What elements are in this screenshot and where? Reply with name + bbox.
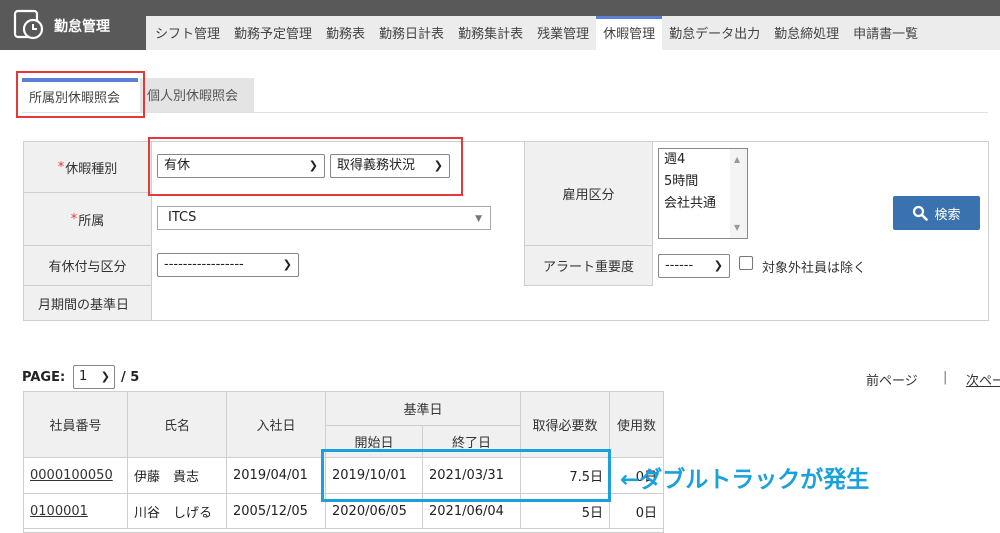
triangle-down-icon: ▼ [475, 214, 482, 224]
tab-personal-leave[interactable]: 個人別休暇照会 [140, 78, 254, 112]
base-date-label: 月期間の基準日 [23, 285, 152, 321]
header-used: 使用数 [609, 391, 664, 458]
menu-leave[interactable]: 休暇管理 [596, 16, 663, 50]
cell-name: 伊藤 貴志 [127, 457, 227, 494]
emp-no-link[interactable]: 0000100050 [30, 468, 113, 483]
table-row: 0100001 [23, 493, 128, 529]
header-base-date: 基準日 [325, 391, 521, 426]
menu-daily-report[interactable]: 勤務日計表 [372, 16, 451, 50]
menu-shift[interactable]: シフト管理 [146, 16, 227, 50]
alert-label: アラート重要度 [524, 245, 653, 286]
page-select[interactable]: 1 ❯ [73, 365, 115, 389]
highlight-box-leave-type [148, 137, 463, 196]
scrollbar[interactable]: ▲ ▼ [730, 149, 747, 238]
cell-join: 2005/12/05 [226, 493, 326, 529]
dept-select[interactable]: ITCS ▼ [157, 206, 491, 230]
employment-listbox[interactable]: 週4 5時間 会社共通 ▲ ▼ [658, 148, 748, 239]
header-name: 氏名 [127, 391, 227, 458]
cell-name: 川谷 しげる [127, 493, 227, 529]
page-label: PAGE: [22, 370, 66, 385]
main-menu: シフト管理 勤務予定管理 勤務表 勤務日計表 勤務集計表 残業管理 休暇管理 勤… [146, 16, 1000, 50]
emp-no-link[interactable]: 0100001 [30, 504, 88, 519]
search-button[interactable]: 検索 [893, 196, 980, 230]
search-icon [913, 205, 929, 221]
grant-label: 有休付与区分 [23, 245, 152, 286]
page-total: / 5 [121, 370, 140, 385]
menu-summary[interactable]: 勤務集計表 [451, 16, 530, 50]
grant-select[interactable]: ----------------- ❯ [157, 253, 299, 277]
menu-schedule[interactable]: 勤務予定管理 [227, 16, 319, 50]
annotation-text: ←ダブルトラックが発生 [620, 467, 870, 493]
alert-select[interactable]: ------ ❯ [658, 254, 730, 278]
menu-overtime[interactable]: 残業管理 [530, 16, 596, 50]
chevron-down-icon: ❯ [713, 259, 723, 272]
table-row: 0000100050 [23, 457, 128, 494]
scroll-down-icon[interactable]: ▼ [734, 223, 740, 232]
header-emp-no: 社員番号 [23, 391, 128, 458]
header-join-date: 入社日 [226, 391, 326, 458]
leave-type-label: * 休暇種別 [23, 141, 152, 193]
menu-closing[interactable]: 勤怠締処理 [767, 16, 846, 50]
app-header: 勤怠管理 シフト管理 勤務予定管理 勤務表 勤務日計表 勤務集計表 残業管理 休… [0, 0, 1000, 50]
next-page-link[interactable]: 次ペー [966, 370, 1000, 389]
app-title: 勤怠管理 [54, 19, 110, 35]
cell-join: 2019/04/01 [226, 457, 326, 494]
paging-separator: | [943, 370, 948, 385]
highlight-box-dates [321, 449, 611, 502]
menu-export[interactable]: 勤怠データ出力 [662, 16, 767, 50]
menu-requests[interactable]: 申請書一覧 [846, 16, 925, 50]
highlight-box-tab [16, 71, 145, 118]
header-required: 取得必要数 [520, 391, 610, 458]
cell-used: 0日 [609, 493, 664, 529]
tab-divider [22, 112, 988, 113]
exclude-label: 対象外社員は除く [762, 261, 867, 276]
clock-document-icon [13, 9, 44, 40]
chevron-down-icon: ❯ [282, 258, 292, 271]
employment-label: 雇用区分 [524, 141, 653, 246]
menu-timesheet[interactable]: 勤務表 [319, 16, 372, 50]
chevron-down-icon: ❯ [100, 370, 110, 383]
prev-page-link[interactable]: 前ページ [866, 370, 918, 389]
dept-label: * 所属 [23, 192, 152, 246]
scroll-up-icon[interactable]: ▲ [734, 155, 740, 164]
exclude-checkbox[interactable] [739, 256, 753, 270]
